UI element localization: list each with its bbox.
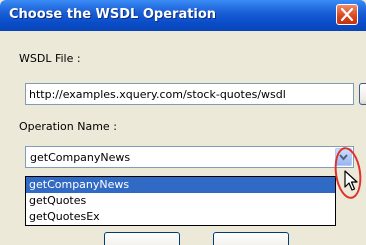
- dropdown-option[interactable]: getQuotesEx: [26, 209, 335, 225]
- cancel-button[interactable]: [213, 232, 289, 245]
- wsdl-file-field-box: [25, 83, 354, 105]
- close-icon: [341, 8, 353, 21]
- operation-name-label: Operation Name :: [19, 120, 117, 133]
- operation-selected-value: getCompanyNews: [30, 151, 131, 164]
- mouse-pointer-icon: [344, 170, 358, 191]
- wsdl-file-label: WSDL File :: [19, 52, 81, 65]
- browse-button[interactable]: ...: [359, 83, 366, 105]
- wsdl-file-input[interactable]: [26, 84, 353, 104]
- dropdown-option[interactable]: getCompanyNews: [26, 177, 335, 193]
- title-bar[interactable]: Choose the WSDL Operation: [0, 0, 366, 31]
- dropdown-option[interactable]: getQuotes: [26, 193, 335, 209]
- ok-button[interactable]: [104, 232, 180, 245]
- dialog-title: Choose the WSDL Operation: [9, 7, 217, 22]
- close-button[interactable]: [336, 4, 358, 25]
- dialog-window: Choose the WSDL Operation WSDL File : ..…: [0, 0, 366, 245]
- operation-dropdown-list: getCompanyNews getQuotes getQuotesEx: [25, 176, 336, 226]
- operation-select[interactable]: getCompanyNews: [25, 146, 354, 168]
